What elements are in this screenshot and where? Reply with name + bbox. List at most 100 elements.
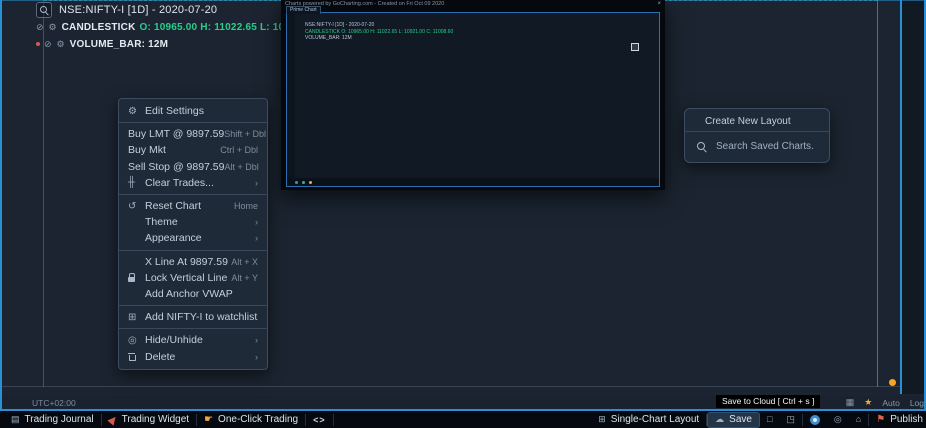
bottom-toolbar: ▤ Trading Journal Trading Widget ☛ One-C… [0, 411, 926, 428]
trading-journal-label: Trading Journal [25, 414, 94, 425]
menu-shortcut: Alt + Dbl [224, 162, 258, 172]
layout-menu-panel: Create New Layout Search Saved Charts. [684, 108, 830, 163]
menu-item-buy-lmt-9897-59[interactable]: Buy LMT @ 9897.59Shift + Dbl [119, 126, 267, 142]
publish-label: Publish [890, 414, 923, 425]
chevron-right-icon: › [255, 233, 258, 243]
menu-item-theme[interactable]: Theme› [119, 214, 267, 230]
left-price-axis[interactable] [0, 0, 43, 396]
target-button[interactable]: ◎ [827, 411, 849, 428]
gear-icon[interactable]: ⚙ [49, 22, 57, 33]
trading-journal-button[interactable]: ▤ Trading Journal [4, 411, 101, 428]
symbol-title: NSE:NIFTY-I [1D] - 2020-07-20 [59, 4, 217, 16]
gear-icon[interactable]: ⚙ [57, 39, 65, 50]
mini-footer-bar [287, 178, 660, 186]
right-price-axis[interactable] [878, 0, 901, 396]
menu-item-label: Hide/Unhide [145, 334, 255, 346]
zoom-button[interactable] [36, 2, 52, 18]
visibility-toggle-icon[interactable]: ⊘ [36, 22, 44, 33]
chevron-right-icon: › [255, 178, 258, 188]
side-tab-strip [902, 0, 926, 394]
chevron-right-icon: › [255, 352, 258, 362]
magnifier-icon [40, 6, 48, 14]
trading-widget-button[interactable]: Trading Widget [102, 411, 196, 428]
menu-item-x-line-at-9897-59[interactable]: X Line At 9897.59Alt + X [119, 254, 267, 270]
menu-item-appearance[interactable]: Appearance› [119, 230, 267, 246]
popup-header: Charts powered by GoCharting.com - Creat… [281, 0, 665, 7]
menu-divider [119, 328, 267, 329]
saved-charts-search[interactable]: Search Saved Charts. [685, 135, 829, 157]
save-button[interactable]: ☁ Save [707, 412, 760, 428]
single-chart-layout-button[interactable]: ⊞ Single-Chart Layout [591, 411, 706, 428]
journal-icon: ▤ [11, 415, 20, 424]
menu-item-delete[interactable]: Delete› [119, 348, 267, 364]
menu-divider [685, 131, 829, 132]
mini-volume-label: VOLUME_BAR: 12M [305, 35, 453, 42]
menu-item-label: Buy Mkt [128, 144, 220, 156]
snapshot-button[interactable]: □ [760, 411, 779, 428]
menu-item-label: Edit Settings [145, 105, 258, 117]
menu-item-reset-chart[interactable]: ↺Reset ChartHome [119, 198, 267, 214]
menu-item-buy-mkt[interactable]: Buy MktCtrl + Dbl [119, 142, 267, 158]
scale-controls: ▦ ★ Auto Log [846, 396, 924, 409]
chart-context-menu: ⚙ Edit Settings Buy LMT @ 9897.59Shift + D… [118, 98, 268, 370]
code-button[interactable]: <> [306, 411, 333, 428]
menu-shortcut: Alt + X [231, 257, 258, 267]
reset-icon: ↺ [128, 201, 136, 212]
menu-shortcut: Ctrl + Dbl [220, 145, 258, 155]
volume-indicator-label: VOLUME_BAR: 12M [70, 39, 169, 50]
favorite-star-icon[interactable]: ★ [864, 397, 872, 408]
menu-item-add-nifty-i-to-watchlist[interactable]: ⊞ Add NIFTY-I to watchlist [119, 309, 267, 325]
camera-button[interactable] [803, 411, 827, 428]
one-click-trading-button[interactable]: ☛ One-Click Trading [197, 411, 305, 428]
menu-item-clear-trades[interactable]: ╫Clear Trades...› [119, 175, 267, 191]
visibility-toggle-icon[interactable]: ⊘ [44, 39, 52, 50]
menu-item-label: Add Anchor VWAP [145, 288, 258, 300]
single-chart-layout-label: Single-Chart Layout [611, 414, 699, 425]
grid-settings-icon[interactable]: ▦ [846, 397, 855, 408]
menu-item-lock-vertical-line[interactable]: Lock Vertical LineAlt + Y [119, 270, 267, 286]
menu-item-add-anchor-vwap[interactable]: Add Anchor VWAP [119, 286, 267, 302]
menu-item-hide-unhide[interactable]: ◎Hide/Unhide› [119, 332, 267, 348]
toolbar-divider [333, 414, 334, 426]
trading-app: NSE:NIFTY-I [1D] - 2020-07-20 ⊘ ⚙ CANDLE… [0, 0, 926, 428]
square-icon: □ [767, 415, 772, 424]
status-dot [889, 379, 896, 386]
broker-button[interactable]: ⌂ [849, 411, 868, 428]
menu-item-label: Clear Trades... [145, 177, 255, 189]
auto-scale-button[interactable]: Auto [882, 398, 900, 408]
menu-item-sell-stop-9897-59[interactable]: Sell Stop @ 9897.59Alt + Dbl [119, 159, 267, 175]
layout-menu: Create New Layout [685, 114, 829, 128]
publish-button[interactable]: ⚑ Publish [869, 411, 926, 428]
gear-icon: ⚙ [128, 106, 137, 117]
panel-border-left [0, 0, 2, 410]
cloud-icon: ☁ [715, 415, 724, 424]
menu-shortcut: Alt + Y [231, 273, 258, 283]
indicator-label: CANDLESTICK [62, 22, 136, 33]
popup-mini-chart: NSE:NIFTY-I [1D] - 2020-07-20 CANDLESTIC… [286, 12, 660, 187]
trash-icon [128, 352, 136, 361]
pointer-hand-icon: ☛ [204, 414, 213, 425]
copy-icon[interactable] [631, 43, 639, 51]
menu-shortcut: Shift + Dbl [224, 129, 266, 139]
menu-divider [119, 250, 267, 251]
menu-item-label: Sell Stop @ 9897.59 [128, 161, 224, 173]
timezone-button[interactable]: UTC+02:00 [32, 398, 76, 408]
target-icon: ◎ [834, 415, 842, 424]
layout-grid-icon: ⊞ [598, 415, 606, 424]
log-scale-button[interactable]: Log [910, 398, 924, 408]
expand-icon: ◳ [786, 415, 795, 424]
fullscreen-button[interactable]: ◳ [779, 411, 802, 428]
menu-item-label: Lock Vertical Line [145, 272, 231, 284]
lock-icon [128, 273, 136, 282]
megaphone-icon: ⚑ [876, 414, 885, 425]
watchlist-add-icon: ⊞ [128, 312, 136, 323]
menu-item-create-new-layout[interactable]: Create New Layout [685, 114, 829, 128]
menu-item-label: Reset Chart [145, 200, 234, 212]
menu-item-edit-settings[interactable]: ⚙ Edit Settings [119, 103, 267, 119]
close-icon[interactable]: × [657, 1, 661, 7]
search-icon [697, 142, 707, 152]
menu-item-label: Add NIFTY-I to watchlist [145, 311, 258, 323]
rocket-icon [107, 414, 118, 425]
menu-divider [119, 122, 267, 123]
menu-item-label: Create New Layout [705, 116, 819, 127]
